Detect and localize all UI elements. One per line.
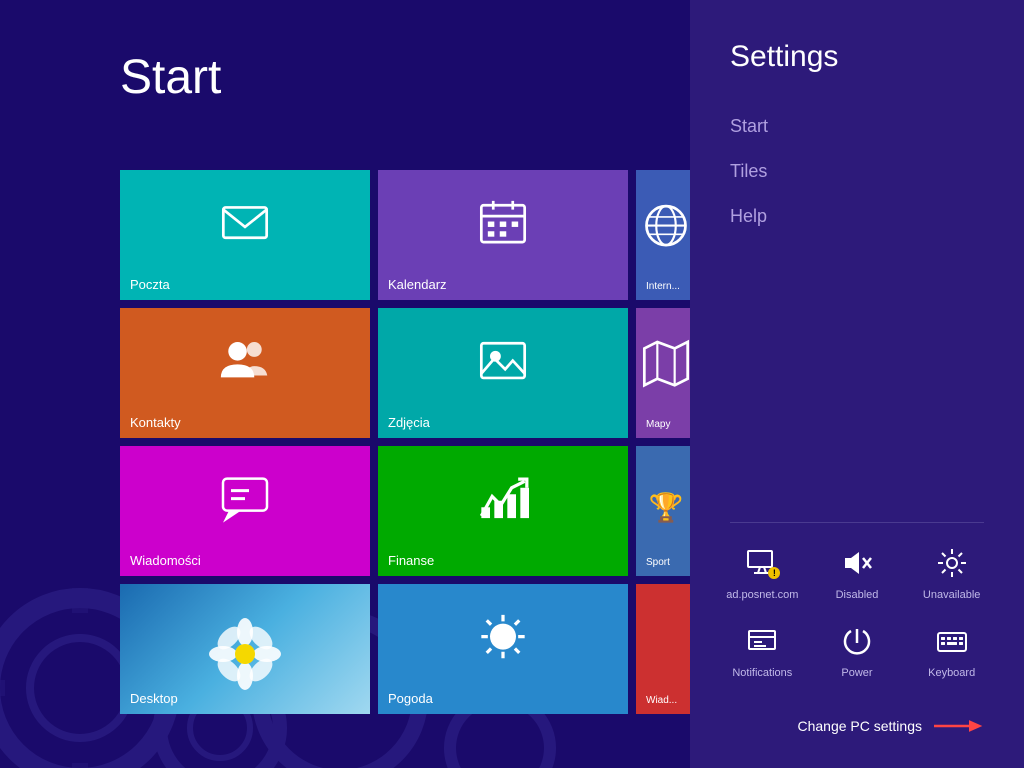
tiles-grid: Poczta Kalendarz Intern... Kontakty xyxy=(120,170,690,714)
calendar-icon xyxy=(477,197,529,261)
settings-icon-unavailable-label: Unavailable xyxy=(923,589,980,601)
tile-mapy-label: Mapy xyxy=(646,419,686,430)
tile-kalendarz[interactable]: Kalendarz xyxy=(378,170,628,300)
finance-icon xyxy=(477,473,529,537)
tile-kontakty[interactable]: Kontakty xyxy=(120,308,370,438)
warning-badge: ! xyxy=(768,567,780,579)
settings-nav: Start Tiles Help xyxy=(690,104,1024,502)
tile-kontakty-label: Kontakty xyxy=(130,415,360,430)
settings-icon-disabled-label: Disabled xyxy=(836,589,879,601)
tile-pogoda[interactable]: Pogoda xyxy=(378,584,628,714)
settings-icon-disabled[interactable]: Disabled xyxy=(815,543,900,601)
settings-icon-notifications[interactable]: Notifications xyxy=(720,621,805,679)
tile-poczta-label: Poczta xyxy=(130,277,360,292)
brightness-icon xyxy=(932,543,972,583)
settings-nav-tiles[interactable]: Tiles xyxy=(730,149,984,194)
arrow-right-icon xyxy=(934,714,984,738)
sport-icon: 🏆 xyxy=(649,491,684,524)
tile-internet[interactable]: Intern... xyxy=(636,170,690,300)
tile-desktop[interactable]: Desktop xyxy=(120,584,370,714)
tiles-container: Poczta Kalendarz Intern... Kontakty xyxy=(120,170,690,714)
settings-divider xyxy=(730,522,984,523)
tile-internet-label: Intern... xyxy=(646,281,686,292)
start-title: Start xyxy=(120,50,221,105)
maps-icon xyxy=(640,338,690,397)
weather-icon xyxy=(477,611,529,675)
messages-icon xyxy=(219,473,271,537)
tile-wiad2[interactable]: Wiad... xyxy=(636,584,690,714)
tile-desktop-label: Desktop xyxy=(130,691,360,706)
tile-zdjecia-label: Zdjęcia xyxy=(388,415,618,430)
settings-icon-notifications-label: Notifications xyxy=(732,667,792,679)
tile-sport-label: Sport xyxy=(646,557,686,568)
tile-mapy[interactable]: Mapy xyxy=(636,308,690,438)
tile-poczta[interactable]: Poczta xyxy=(120,170,370,300)
mail-icon xyxy=(219,197,271,261)
tile-wiadomosci-label: Wiadomości xyxy=(130,553,360,568)
tile-kalendarz-label: Kalendarz xyxy=(388,277,618,292)
tile-finanse-label: Finanse xyxy=(388,553,618,568)
settings-icon-power-label: Power xyxy=(841,667,872,679)
settings-panel: Settings Start Tiles Help ! ad.posnet.co… xyxy=(690,0,1024,768)
photos-icon xyxy=(477,335,529,399)
change-pc-settings-button[interactable]: Change PC settings xyxy=(690,699,1024,768)
settings-icon-ad-posnet[interactable]: ! ad.posnet.com xyxy=(720,543,805,601)
tile-wiadomosci[interactable]: Wiadomości xyxy=(120,446,370,576)
settings-icon-unavailable[interactable]: Unavailable xyxy=(909,543,994,601)
settings-icons-grid: ! ad.posnet.com Disabled xyxy=(690,543,1024,699)
keyboard-icon xyxy=(932,621,972,661)
settings-icon-power[interactable]: Power xyxy=(815,621,900,679)
settings-icon-keyboard[interactable]: Keyboard xyxy=(909,621,994,679)
globe-icon xyxy=(640,200,690,259)
tile-pogoda-label: Pogoda xyxy=(388,691,618,706)
tile-finanse[interactable]: Finanse xyxy=(378,446,628,576)
start-area: Start Poczta Kalendarz Intern... xyxy=(0,0,690,768)
tile-sport[interactable]: 🏆 Sport xyxy=(636,446,690,576)
tile-wiad2-label: Wiad... xyxy=(646,695,686,706)
change-pc-settings-label: Change PC settings xyxy=(797,718,922,734)
people-icon xyxy=(219,335,271,399)
settings-title: Settings xyxy=(690,0,1024,104)
settings-icon-ad-posnet-label: ad.posnet.com xyxy=(726,589,798,601)
settings-icon-keyboard-label: Keyboard xyxy=(928,667,975,679)
settings-nav-start[interactable]: Start xyxy=(730,104,984,149)
notifications-icon xyxy=(742,621,782,661)
volume-disabled-icon xyxy=(837,543,877,583)
monitor-warning-icon: ! xyxy=(742,543,782,583)
tile-zdjecia[interactable]: Zdjęcia xyxy=(378,308,628,438)
settings-nav-help[interactable]: Help xyxy=(730,194,984,239)
power-icon xyxy=(837,621,877,661)
